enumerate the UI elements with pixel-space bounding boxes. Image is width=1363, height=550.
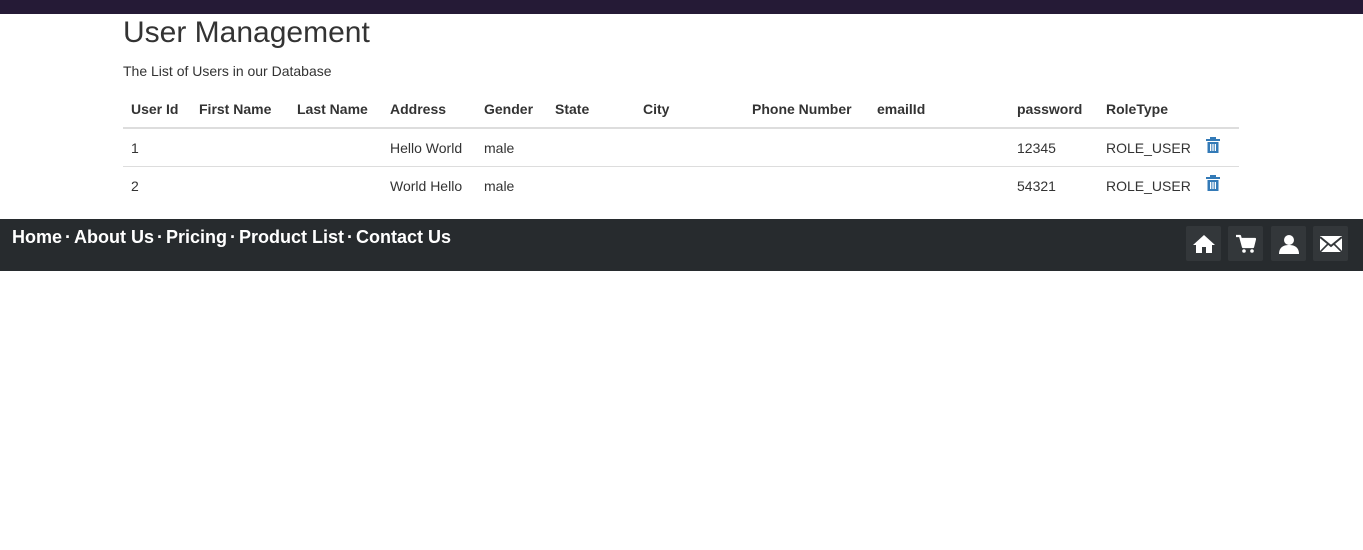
footer-link-about-us[interactable]: About Us [74,227,154,247]
header-gender: Gender [476,91,547,129]
cell-first-name [191,128,289,167]
footer-link-pricing[interactable]: Pricing [166,227,227,247]
user-button[interactable] [1271,226,1306,261]
cell-password: 54321 [1009,166,1098,204]
cart-button[interactable] [1228,226,1263,261]
table-row: 1 Hello World male 12345 ROLE_USER [123,128,1239,167]
cell-first-name [191,166,289,204]
cell-address: Hello World [390,139,463,156]
header-state: State [547,91,635,129]
main-content: User Management The List of Users in our… [123,14,1239,204]
top-navbar [0,0,1363,14]
cell-phone [744,166,869,204]
cell-gender: male [484,139,515,156]
footer-separator: · [230,227,237,247]
header-phone-number: Phone Number [744,91,869,129]
cell-last-name [289,166,382,204]
footer-separator: · [65,227,72,247]
home-button[interactable] [1186,226,1221,261]
header-password: password [1009,91,1098,129]
home-icon [1192,234,1215,253]
mail-button[interactable] [1313,226,1348,261]
footer-link-product-list[interactable]: Product List [239,227,344,247]
cell-address: World Hello [382,166,476,204]
header-city: City [635,91,744,129]
cell-city [635,166,744,204]
mail-icon [1319,235,1342,253]
cell-gender: male [476,166,547,204]
cell-email [869,128,1009,167]
trash-icon[interactable] [1206,137,1220,154]
page-title: User Management [123,16,370,49]
table-header-row: User Id First Name Last Name Address Gen… [123,91,1239,129]
header-user-id: User Id [123,91,191,129]
cell-last-name [289,128,382,167]
header-email-id: emailId [869,91,1009,129]
cell-state [547,166,635,204]
cell-phone [744,128,869,167]
user-icon [1278,234,1299,254]
footer-link-home[interactable]: Home [12,227,62,247]
cell-user-id: 2 [123,166,191,204]
cell-city [635,128,744,167]
footer-separator: · [347,227,354,247]
cell-role: ROLE_USER [1106,139,1191,156]
cell-actions [1198,128,1239,167]
cell-email [869,166,1009,204]
header-actions [1198,91,1239,129]
cell-password: 12345 [1017,139,1056,156]
header-role-type: RoleType [1098,91,1198,129]
footer-separator: · [157,227,164,247]
footer: Home · About Us · Pricing · Product List · Conta… [0,219,1363,271]
trash-icon[interactable] [1206,175,1220,192]
cell-user-id: 1 [131,139,139,156]
cell-role: ROLE_USER [1098,166,1198,204]
footer-nav: Home · About Us · Pricing · Product List · Conta… [12,227,451,248]
header-first-name: First Name [191,91,289,129]
cell-actions [1198,166,1239,204]
footer-link-contact-us[interactable]: Contact Us [356,227,451,247]
users-table: User Id First Name Last Name Address Gen… [123,91,1239,204]
header-last-name: Last Name [289,91,382,129]
cart-icon [1235,234,1256,253]
header-address: Address [382,91,476,129]
table-row: 2 World Hello male 54321 ROLE_USER [123,166,1239,204]
page-subtitle: The List of Users in our Database [123,63,332,79]
cell-state [547,128,635,167]
